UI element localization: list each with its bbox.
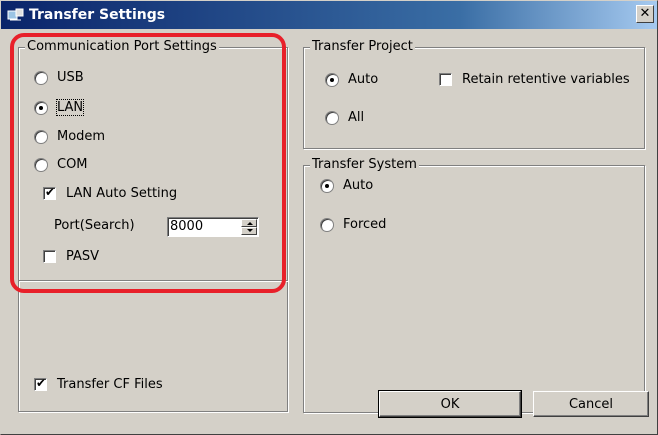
close-button[interactable]: ✕ [636, 5, 654, 23]
communication-port-legend: Communication Port Settings [25, 39, 219, 54]
window-title: Transfer Settings [29, 7, 166, 23]
project-radio-auto[interactable]: Auto [325, 72, 378, 87]
close-icon: ✕ [639, 6, 651, 21]
project-radio-auto-indicator[interactable] [325, 72, 339, 87]
radio-com[interactable]: COM [34, 157, 88, 172]
project-radio-all[interactable]: All [325, 110, 364, 125]
ok-button[interactable]: OK [378, 390, 522, 418]
project-radio-all-label: All [348, 110, 365, 125]
system-radio-auto-label: Auto [343, 178, 374, 193]
radio-com-indicator[interactable] [34, 157, 48, 172]
project-radio-all-indicator[interactable] [325, 110, 339, 125]
radio-usb-label: USB [57, 70, 84, 85]
retain-retentive-checkbox[interactable]: Retain retentive variables [439, 72, 630, 87]
radio-modem[interactable]: Modem [34, 129, 105, 144]
transfer-cf-files-box[interactable] [34, 376, 47, 391]
retain-retentive-box[interactable] [439, 73, 452, 86]
port-down-arrow-icon[interactable] [241, 227, 257, 235]
project-radio-auto-label: Auto [348, 72, 379, 87]
lan-auto-setting-checkbox[interactable]: LAN Auto Setting [43, 185, 178, 201]
radio-lan-label: LAN [55, 99, 85, 116]
transfer-system-group: Transfer System [303, 157, 645, 413]
system-radio-auto-indicator[interactable] [320, 178, 334, 193]
cancel-button[interactable]: Cancel [533, 391, 649, 417]
transfer-cf-files-checkbox[interactable]: Transfer CF Files [34, 376, 163, 392]
radio-lan[interactable]: LAN [34, 99, 85, 116]
system-radio-forced-indicator[interactable] [320, 217, 334, 232]
port-search-stepper[interactable] [167, 217, 259, 237]
radio-usb[interactable]: USB [34, 70, 84, 85]
transfer-app-icon [7, 8, 24, 21]
system-radio-forced[interactable]: Forced [320, 217, 386, 232]
radio-modem-indicator[interactable] [34, 129, 48, 144]
lan-auto-setting-box[interactable] [43, 185, 56, 200]
title-bar[interactable]: Transfer Settings ✕ [1, 1, 657, 29]
radio-com-label: COM [57, 157, 88, 172]
transfer-settings-dialog: Transfer Settings ✕ Communication Port S… [0, 0, 658, 435]
pasv-checkbox[interactable]: PASV [43, 249, 99, 264]
retain-retentive-label: Retain retentive variables [462, 72, 630, 87]
pasv-box[interactable] [43, 250, 56, 263]
port-up-arrow-icon[interactable] [241, 219, 257, 227]
pasv-label: PASV [66, 249, 100, 264]
radio-lan-indicator[interactable] [34, 100, 48, 115]
system-radio-auto[interactable]: Auto [320, 178, 373, 193]
port-search-input[interactable] [170, 219, 236, 234]
transfer-cf-files-label: Transfer CF Files [57, 377, 163, 392]
radio-usb-indicator[interactable] [34, 70, 48, 85]
radio-modem-label: Modem [57, 129, 106, 144]
transfer-project-legend: Transfer Project [310, 39, 415, 54]
transfer-system-legend: Transfer System [310, 157, 419, 172]
port-search-label: Port(Search) [54, 218, 135, 233]
system-radio-forced-label: Forced [343, 217, 387, 232]
transfer-project-group: Transfer Project [303, 39, 645, 149]
lan-auto-setting-label: LAN Auto Setting [66, 186, 178, 201]
